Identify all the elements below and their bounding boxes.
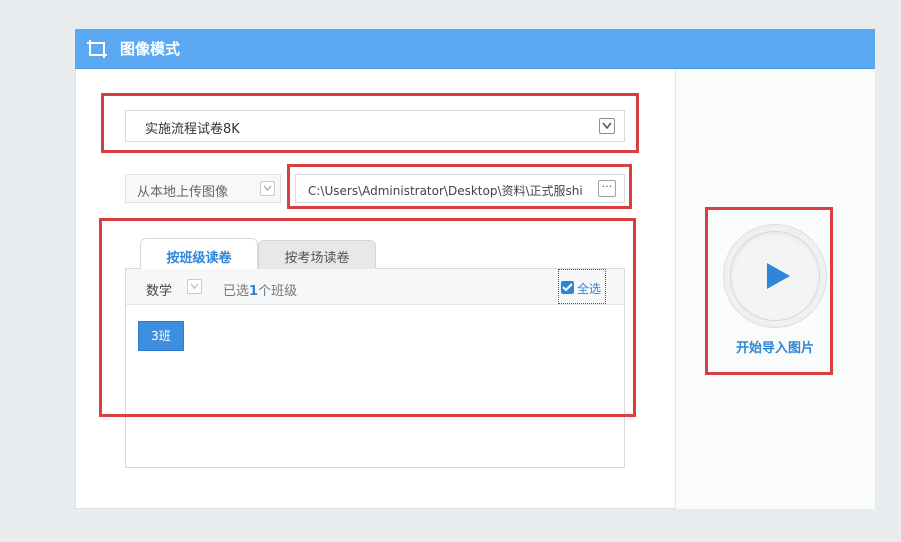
select-all-checkbox[interactable]: 全选 [558, 269, 606, 304]
tab-by-class[interactable]: 按班级读卷 [140, 238, 258, 269]
select-all-label[interactable]: 全选 [577, 280, 601, 297]
exam-select-value: 实施流程试卷8K [145, 122, 240, 137]
tab-by-exam-room[interactable]: 按考场读卷 [258, 240, 376, 269]
image-frame-icon [87, 40, 107, 58]
exam-select[interactable]: 实施流程试卷8K [125, 110, 625, 142]
file-path-value: C:\Users\Administrator\Desktop\资料\正式服shi [308, 184, 583, 198]
selected-prefix: 已选 [223, 284, 250, 299]
selected-count-text: 已选1个班级 [223, 280, 297, 299]
tab-label: 按考场读卷 [284, 251, 350, 266]
selected-suffix: 个班级 [258, 284, 298, 299]
play-button-inner[interactable] [730, 231, 820, 321]
selected-count: 1 [249, 284, 259, 299]
filter-row: 数学 已选1个班级 全选 [126, 269, 624, 305]
chevron-down-icon[interactable] [187, 279, 202, 294]
class-button-3[interactable]: 3班 [138, 321, 184, 351]
start-import-button[interactable] [723, 224, 827, 328]
chevron-down-icon[interactable] [599, 118, 615, 134]
start-import-label[interactable]: 开始导入图片 [712, 337, 838, 356]
source-select[interactable]: 从本地上传图像 [125, 174, 281, 203]
subject-value[interactable]: 数学 [146, 280, 172, 299]
file-path-input[interactable]: C:\Users\Administrator\Desktop\资料\正式服shi… [295, 174, 625, 203]
checkbox-checked-icon[interactable] [561, 281, 574, 294]
play-icon [767, 263, 790, 289]
page-title: 图像模式 [120, 40, 181, 58]
chevron-down-icon[interactable] [260, 181, 275, 196]
title-bar: 图像模式 [75, 29, 875, 69]
class-panel: 数学 已选1个班级 全选 3班 [125, 268, 625, 468]
source-select-value: 从本地上传图像 [137, 185, 229, 200]
browse-button[interactable]: ··· [598, 180, 616, 197]
tab-label: 按班级读卷 [166, 251, 232, 266]
